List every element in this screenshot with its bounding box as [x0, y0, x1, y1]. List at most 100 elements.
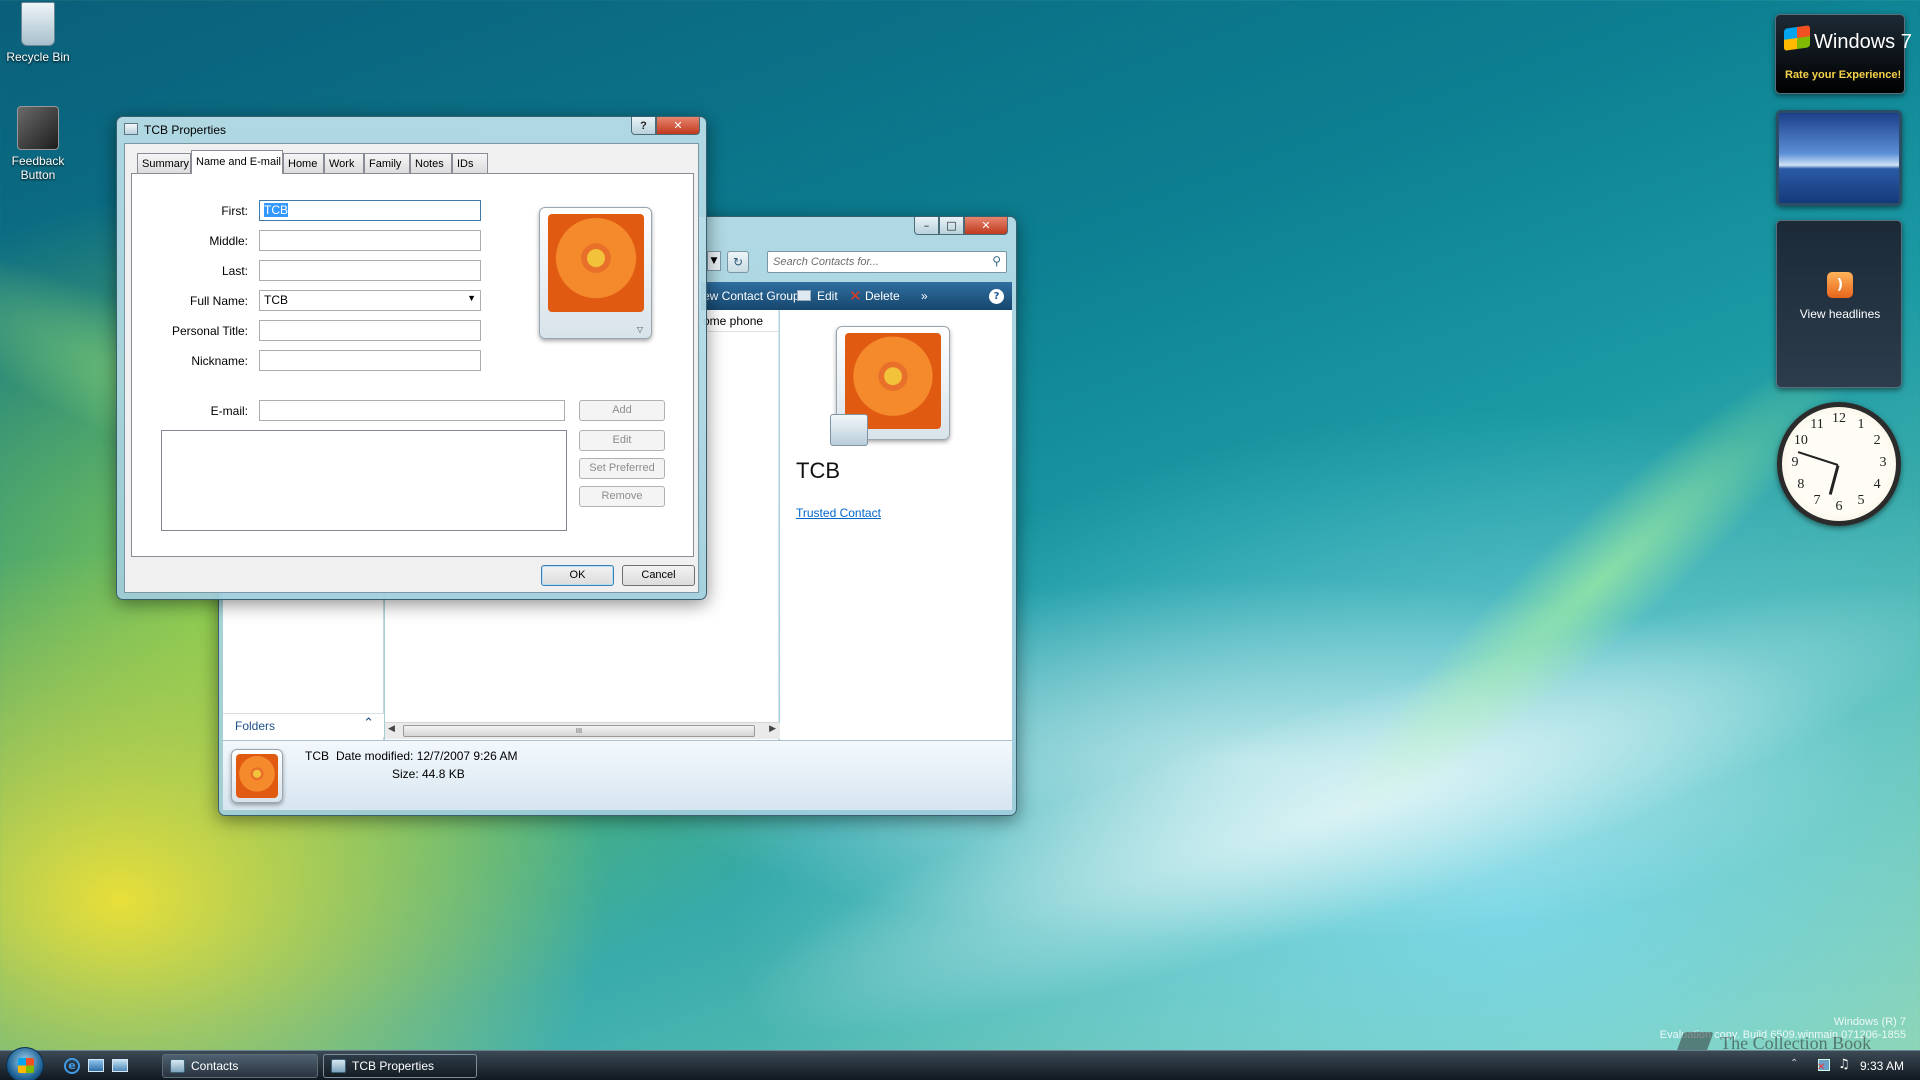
email-list[interactable]	[161, 430, 567, 531]
email-field[interactable]	[259, 400, 565, 421]
contacts-icon	[170, 1059, 185, 1073]
edit-email-button[interactable]: Edit	[579, 430, 665, 451]
win7-subtitle: Rate your Experience!	[1785, 69, 1902, 81]
edit-button[interactable]: Edit	[817, 282, 838, 310]
full-name-select[interactable]: TCB ▼	[259, 290, 481, 311]
volume-icon[interactable]: ♫	[1838, 1057, 1850, 1072]
delete-button[interactable]: Delete	[865, 282, 900, 310]
switch-windows-icon[interactable]	[112, 1059, 128, 1072]
folders-toggle[interactable]: Folders ⌃	[223, 713, 384, 737]
recycle-bin-icon	[21, 2, 55, 46]
tray-expand-icon[interactable]: ⌃	[1790, 1058, 1798, 1069]
first-name-field[interactable]: TCB	[259, 200, 481, 221]
desktop-icon-feedback[interactable]: Feedback Button	[0, 106, 76, 182]
contact-badge-icon	[830, 414, 868, 446]
chevron-down-icon[interactable]: ▼	[467, 293, 476, 303]
more-commands-button[interactable]: »	[921, 282, 928, 310]
folders-label: Folders	[235, 719, 276, 733]
contact-list-pane[interactable]: ome phone	[701, 310, 779, 740]
view-headlines-link[interactable]: View headlines	[1777, 307, 1903, 321]
clock-numeral: 9	[1791, 455, 1799, 470]
contact-picture-button[interactable]: ▽	[539, 207, 652, 339]
taskbar-button-contacts[interactable]: Contacts	[162, 1054, 318, 1078]
desktop-icon-label: Feedback Button	[11, 154, 65, 182]
chevron-up-icon: ⌃	[363, 716, 374, 731]
middle-name-field[interactable]	[259, 230, 481, 251]
close-button[interactable]: ✕	[656, 117, 700, 135]
content-pane[interactable]	[385, 591, 701, 740]
scroll-right-arrow-icon[interactable]: ▶	[769, 724, 776, 734]
first-name-label: First:	[221, 204, 248, 218]
tab-summary[interactable]: Summary	[137, 153, 191, 173]
maximize-button[interactable]: □	[939, 217, 964, 235]
contacts-card-icon	[124, 123, 138, 135]
win7-title: Windows 7	[1814, 31, 1912, 53]
clock-gadget[interactable]: 12 1 2 3 4 5 6 7 8 9 10 11	[1777, 402, 1901, 526]
dialog-titlebar[interactable]: TCB Properties ? ✕	[117, 117, 706, 145]
tab-name-and-email[interactable]: Name and E-mail	[191, 150, 283, 174]
set-preferred-button[interactable]: Set Preferred	[579, 458, 665, 479]
internet-explorer-icon[interactable]: e	[64, 1058, 80, 1074]
help-button[interactable]: ?	[631, 117, 656, 135]
back-dropdown-button[interactable]: ▼	[707, 251, 721, 271]
ok-button[interactable]: OK	[541, 565, 614, 586]
dialog-body: Summary Name and E-mail Home Work Family…	[124, 143, 699, 593]
personal-title-field[interactable]	[259, 320, 481, 341]
contacts-card-icon	[331, 1059, 346, 1073]
clock-numeral: 11	[1810, 416, 1824, 432]
nickname-field[interactable]	[259, 350, 481, 371]
preview-contact-name: TCB	[796, 458, 840, 483]
refresh-button[interactable]: ↻	[727, 251, 749, 273]
clock-time[interactable]: 9:33 AM	[1860, 1059, 1904, 1073]
refresh-icon: ↻	[732, 255, 744, 269]
rss-feed-icon: )	[1827, 272, 1853, 298]
flower-thumbnail-image	[236, 754, 278, 798]
remove-email-button[interactable]: Remove	[579, 486, 665, 507]
tab-page: First: TCB Middle: Last: Full Name: TCB …	[131, 173, 694, 557]
network-icon[interactable]: ✕	[1817, 1059, 1830, 1073]
search-input[interactable]: Search Contacts for... ⚲	[767, 251, 1007, 273]
picture-dropdown-icon[interactable]: ▽	[637, 325, 643, 334]
properties-dialog[interactable]: TCB Properties ? ✕ Summary Name and E-ma…	[116, 116, 707, 600]
clock-numeral: 1	[1857, 416, 1865, 432]
tab-home[interactable]: Home	[283, 153, 324, 173]
show-desktop-icon[interactable]	[88, 1059, 104, 1072]
column-header-home-phone[interactable]: ome phone	[701, 310, 778, 332]
clock-face: 12 1 2 3 4 5 6 7 8 9 10 11	[1782, 407, 1896, 521]
add-email-button[interactable]: Add	[579, 400, 665, 421]
windows7-rating-gadget[interactable]: Windows 7 Rate your Experience!	[1775, 14, 1912, 94]
trusted-contact-link[interactable]: Trusted Contact	[796, 506, 881, 520]
cancel-button[interactable]: Cancel	[622, 565, 695, 586]
slideshow-gadget[interactable]	[1776, 110, 1902, 206]
delete-icon: ✕	[849, 287, 862, 305]
taskbar-button-tcb-properties[interactable]: TCB Properties	[323, 1054, 477, 1078]
search-icon[interactable]: ⚲	[992, 254, 1001, 268]
details-size: Size: 44.8 KB	[392, 767, 465, 781]
close-button[interactable]: ✕	[964, 217, 1008, 235]
tab-ids[interactable]: IDs	[452, 153, 488, 173]
new-contact-group-button[interactable]: ew Contact Group	[703, 282, 800, 310]
clock-numeral: 7	[1813, 493, 1821, 509]
clock-numeral: 12	[1832, 411, 1846, 426]
tab-notes[interactable]: Notes	[410, 153, 452, 173]
help-icon[interactable]: ?	[989, 289, 1004, 304]
last-name-label: Last:	[221, 264, 248, 278]
minimize-button[interactable]: –	[914, 217, 939, 235]
scroll-left-arrow-icon[interactable]: ◀	[388, 724, 395, 734]
scrollbar-thumb[interactable]: III	[403, 725, 755, 737]
email-label: E-mail:	[210, 404, 248, 418]
clock-numeral: 8	[1797, 477, 1805, 492]
tab-family[interactable]: Family	[364, 153, 410, 173]
details-thumbnail	[231, 749, 283, 803]
desktop-icon-recycle-bin[interactable]: Recycle Bin	[0, 2, 76, 64]
full-name-label: Full Name:	[189, 294, 248, 308]
tab-work[interactable]: Work	[324, 153, 364, 173]
details-pane: TCB Date modified: 12/7/2007 9:26 AM Siz…	[223, 740, 1012, 810]
horizontal-scrollbar[interactable]: ◀ III ▶	[385, 722, 780, 739]
tab-strip: Summary Name and E-mail Home Work Family…	[131, 150, 691, 175]
desktop-icon-label: Recycle Bin	[6, 50, 70, 64]
start-button[interactable]	[6, 1047, 44, 1080]
last-name-field[interactable]	[259, 260, 481, 281]
feed-headlines-gadget[interactable]: ) View headlines	[1776, 220, 1902, 388]
details-date-modified: Date modified: 12/7/2007 9:26 AM	[336, 749, 518, 763]
